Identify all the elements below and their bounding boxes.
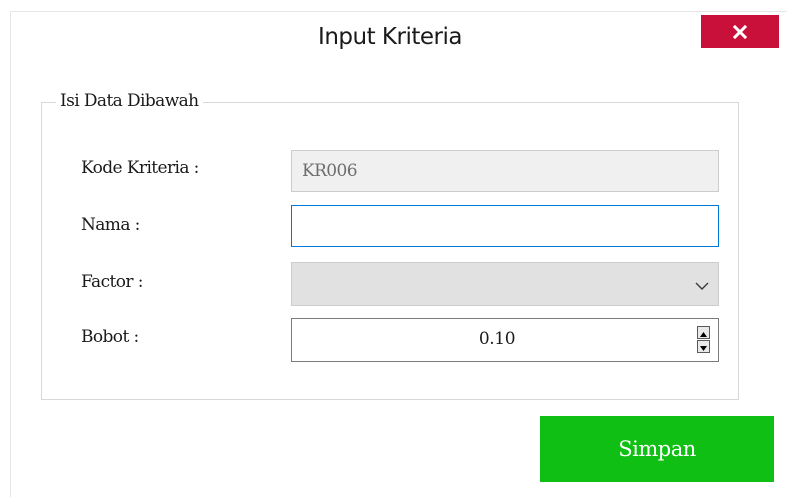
close-button[interactable] xyxy=(701,15,779,48)
save-button[interactable]: Simpan xyxy=(540,416,774,482)
stepper-down-button[interactable] xyxy=(697,340,710,353)
chevron-down-icon xyxy=(695,278,709,296)
dialog-title: Input Kriteria xyxy=(318,24,462,50)
window-left-border xyxy=(10,11,11,497)
input-kriteria-dialog: Input Kriteria Isi Data Dibawah Kode Kri… xyxy=(0,0,787,497)
bobot-numeric-stepper[interactable]: 0.10 xyxy=(291,318,719,362)
arrow-down-icon xyxy=(700,338,707,356)
factor-label: Factor : xyxy=(81,272,143,292)
window-top-border xyxy=(10,11,787,12)
bobot-label: Bobot : xyxy=(81,327,139,347)
factor-select[interactable] xyxy=(291,262,719,306)
kode-kriteria-field xyxy=(291,150,719,192)
close-icon xyxy=(733,24,747,39)
groupbox-legend: Isi Data Dibawah xyxy=(56,91,203,111)
kode-kriteria-label: Kode Kriteria : xyxy=(81,158,199,178)
bobot-value[interactable]: 0.10 xyxy=(292,329,702,349)
nama-input[interactable] xyxy=(291,205,719,247)
nama-label: Nama : xyxy=(81,215,140,235)
